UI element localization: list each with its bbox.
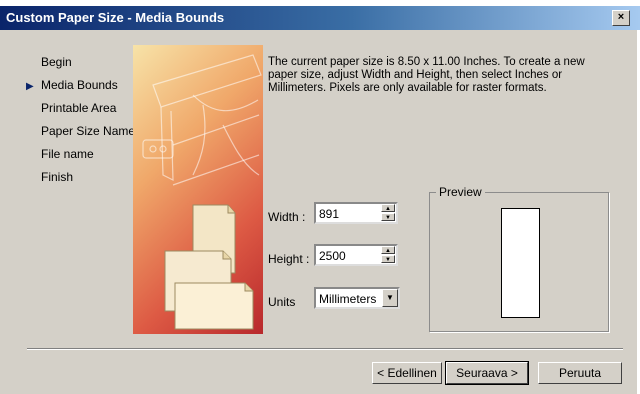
width-spin-buttons: ▲ ▼ bbox=[381, 204, 396, 222]
window-title: Custom Paper Size - Media Bounds bbox=[6, 10, 225, 25]
height-stepper[interactable]: 2500 ▲ ▼ bbox=[314, 244, 398, 266]
footer-separator bbox=[27, 348, 623, 350]
wizard-dialog: Begin ▶ Media Bounds Printable Area Paper… bbox=[0, 30, 637, 394]
step-label: File name bbox=[41, 147, 94, 161]
height-label: Height : bbox=[268, 252, 310, 266]
step-paper-size-name: Paper Size Name bbox=[24, 123, 135, 146]
step-finish: Finish bbox=[24, 169, 135, 192]
step-file-name: File name bbox=[24, 146, 135, 169]
chevron-down-icon[interactable]: ▼ bbox=[382, 289, 398, 307]
next-button[interactable]: Seuraava > bbox=[445, 361, 529, 385]
step-label: Begin bbox=[41, 55, 72, 69]
media-bounds-description: The current paper size is 8.50 x 11.00 I… bbox=[268, 56, 585, 94]
width-stepper[interactable]: 891 ▲ ▼ bbox=[314, 202, 398, 224]
units-select[interactable]: Millimeters ▼ bbox=[314, 287, 400, 309]
preview-label: Preview bbox=[436, 185, 485, 199]
spin-up-icon[interactable]: ▲ bbox=[381, 246, 395, 254]
width-label: Width : bbox=[268, 210, 306, 224]
step-label: Printable Area bbox=[41, 101, 117, 115]
paper-preview bbox=[501, 208, 540, 318]
step-label: Media Bounds bbox=[41, 78, 118, 92]
step-media-bounds: ▶ Media Bounds bbox=[24, 77, 135, 100]
back-button[interactable]: < Edellinen bbox=[372, 362, 442, 384]
step-label: Finish bbox=[41, 170, 74, 184]
cancel-button[interactable]: Peruuta bbox=[538, 362, 622, 384]
current-step-arrow-icon: ▶ bbox=[26, 81, 34, 92]
spin-down-icon[interactable]: ▼ bbox=[381, 255, 395, 263]
step-printable-area: Printable Area bbox=[24, 100, 135, 123]
close-button[interactable]: × bbox=[612, 10, 630, 26]
printer-and-paper-illustration bbox=[133, 45, 263, 334]
height-value[interactable]: 2500 bbox=[319, 249, 346, 263]
spin-down-icon[interactable]: ▼ bbox=[381, 213, 395, 221]
height-spin-buttons: ▲ ▼ bbox=[381, 246, 396, 264]
spin-up-icon[interactable]: ▲ bbox=[381, 204, 395, 212]
step-begin: Begin bbox=[24, 54, 135, 77]
units-value[interactable]: Millimeters bbox=[319, 292, 376, 306]
title-bar: Custom Paper Size - Media Bounds × bbox=[0, 6, 640, 30]
step-label: Paper Size Name bbox=[41, 124, 136, 138]
width-value[interactable]: 891 bbox=[319, 207, 339, 221]
units-label: Units bbox=[268, 295, 296, 309]
wizard-steps: Begin ▶ Media Bounds Printable Area Paper… bbox=[24, 54, 135, 192]
